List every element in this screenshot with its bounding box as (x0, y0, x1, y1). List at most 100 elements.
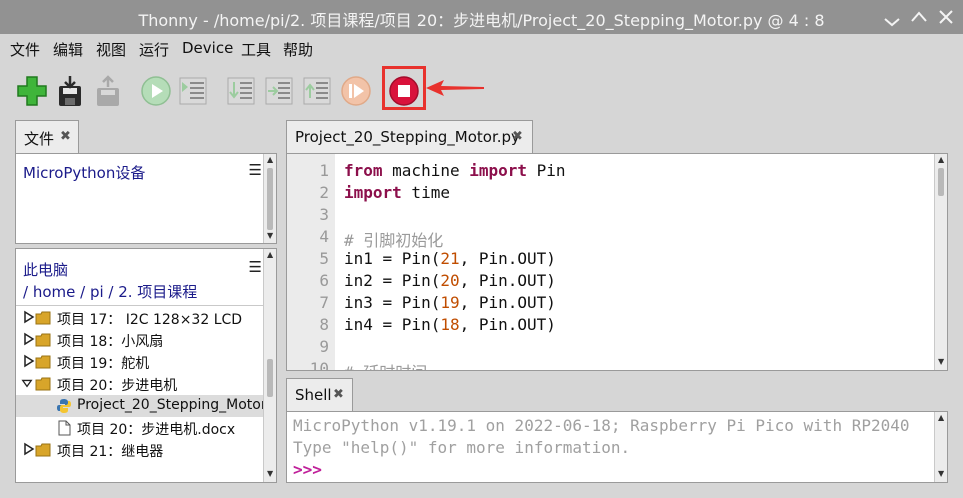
line-number: 5 (319, 249, 329, 268)
step-into-icon (265, 77, 293, 105)
line-number-gutter: 1 2 3 4 5 6 7 8 9 10 (287, 154, 335, 370)
code-comment: # 引脚初始化 (344, 231, 444, 250)
plus-icon (17, 76, 47, 106)
stop-button-highlight (382, 66, 426, 110)
shell-console[interactable]: MicroPython v1.19.1 on 2022-06-18; Raspb… (286, 411, 948, 483)
collapsed-arrow-icon[interactable] (23, 442, 35, 456)
scroll-down-icon[interactable]: ▼ (938, 469, 944, 478)
step-over-button[interactable] (224, 74, 258, 108)
device-files-panel: MicroPython设备 ☰ ▲ ▼ (15, 153, 277, 244)
tab-shell-label: Shell (295, 386, 332, 404)
device-menu-icon[interactable]: ☰ (249, 161, 262, 179)
tree-item[interactable]: 项目 19：舵机 (16, 351, 263, 373)
collapsed-arrow-icon[interactable] (23, 310, 35, 324)
tree-item-label: Project_20_Stepping_Motor.py (77, 397, 263, 413)
code-editor[interactable]: 1 2 3 4 5 6 7 8 9 10 from machine import… (286, 153, 948, 371)
scroll-thumb[interactable] (267, 359, 273, 397)
expanded-arrow-icon[interactable] (21, 376, 33, 390)
local-panel-scrollbar[interactable]: ▲ ▼ (263, 249, 276, 482)
menu-file[interactable]: 文件 (10, 39, 40, 60)
scroll-up-icon[interactable]: ▲ (938, 155, 944, 164)
shell-scrollbar[interactable]: ▲ ▼ (934, 412, 947, 482)
resume-icon (341, 76, 371, 106)
close-tab-icon[interactable]: ✖ (333, 387, 344, 402)
save-icon (59, 76, 81, 106)
close-tab-icon[interactable]: ✖ (512, 129, 523, 144)
load-file-button[interactable] (91, 74, 125, 108)
scroll-up-icon[interactable]: ▲ (267, 155, 273, 164)
shell-banner: MicroPython v1.19.1 on 2022-06-18; Raspb… (293, 416, 910, 435)
editor-scrollbar[interactable]: ▲ ▼ (934, 154, 947, 370)
tree-item[interactable]: 项目 20：步进电机.docx (16, 417, 263, 439)
menu-run[interactable]: 运行 (139, 39, 169, 60)
shell-prompt[interactable]: >>> (293, 460, 322, 479)
debug-button[interactable] (176, 74, 210, 108)
tree-item-label: 项目 18：小风扇 (57, 334, 164, 350)
local-files-panel: 此电脑 ☰ / home / pi / 2. 项目课程 项目 17： I2C 1… (15, 248, 277, 483)
scroll-down-icon[interactable]: ▼ (938, 357, 944, 366)
folder-icon (35, 311, 51, 325)
window-title: Thonny - /home/pi/2. 项目课程/项目 20：步进电机/Pro… (138, 11, 825, 30)
scroll-up-icon[interactable]: ▲ (267, 250, 273, 259)
step-out-button[interactable] (300, 74, 334, 108)
code-line: in3 = Pin(19, Pin.OUT) (344, 293, 556, 312)
new-file-button[interactable] (15, 74, 49, 108)
scroll-down-icon[interactable]: ▼ (267, 231, 273, 240)
tree-item[interactable]: 项目 21：继电器 (16, 439, 263, 461)
line-number: 1 (319, 161, 329, 180)
load-icon (97, 75, 119, 106)
resume-button[interactable] (339, 74, 373, 108)
line-number: 9 (319, 337, 329, 356)
tab-editor[interactable]: Project_20_Stepping_Motor.py ✖ (286, 120, 533, 154)
step-into-button[interactable] (262, 74, 296, 108)
breadcrumb-home[interactable]: / home (23, 283, 75, 301)
menu-bar: 文件 编辑 视图 运行 Device 工具 帮助 (0, 34, 963, 62)
title-bar: Thonny - /home/pi/2. 项目课程/项目 20：步进电机/Pro… (0, 0, 963, 34)
code-line: in4 = Pin(18, Pin.OUT) (344, 315, 556, 334)
breadcrumb-pi[interactable]: / pi (75, 283, 104, 301)
tab-shell[interactable]: Shell ✖ (286, 378, 353, 412)
collapsed-arrow-icon[interactable] (23, 354, 35, 368)
tree-item-selected[interactable]: Project_20_Stepping_Motor.py (16, 395, 263, 417)
scroll-thumb[interactable] (938, 168, 944, 196)
breadcrumb: / home / pi / 2. 项目课程 (23, 281, 197, 302)
device-panel-scrollbar[interactable]: ▲ ▼ (263, 154, 276, 243)
device-panel-header: MicroPython设备 (16, 154, 276, 184)
tree-item-label: 项目 21：继电器 (57, 444, 164, 460)
scroll-thumb[interactable] (267, 168, 273, 230)
scroll-down-icon[interactable]: ▼ (267, 469, 273, 478)
tab-files[interactable]: 文件 ✖ (15, 120, 79, 154)
menu-tools[interactable]: 工具 (241, 39, 271, 60)
line-number: 3 (319, 205, 329, 224)
tree-item[interactable]: 项目 18：小风扇 (16, 329, 263, 351)
folder-open-icon (35, 377, 51, 391)
minimize-icon[interactable] (881, 7, 903, 27)
menu-edit[interactable]: 编辑 (53, 39, 83, 60)
menu-device[interactable]: Device (182, 39, 233, 57)
pointer-arrow-icon (426, 80, 484, 96)
local-menu-icon[interactable]: ☰ (249, 258, 262, 276)
close-window-icon[interactable] (935, 7, 957, 27)
menu-help[interactable]: 帮助 (283, 39, 313, 60)
code-line: from machine import Pin (344, 161, 566, 180)
maximize-icon[interactable] (908, 7, 930, 27)
close-tab-icon[interactable]: ✖ (60, 129, 71, 144)
tree-item-label: 项目 20：步进电机 (57, 378, 178, 394)
line-number: 8 (319, 315, 329, 334)
tree-item-label: 项目 19：舵机 (57, 356, 150, 372)
folder-icon (35, 443, 51, 457)
menu-view[interactable]: 视图 (96, 39, 126, 60)
python-file-icon (57, 399, 71, 413)
tree-item[interactable]: 项目 20：步进电机 (16, 373, 263, 395)
breadcrumb-course[interactable]: / 2. 项目课程 (104, 283, 197, 301)
step-over-icon (227, 77, 255, 105)
run-button[interactable] (139, 74, 173, 108)
scroll-up-icon[interactable]: ▲ (938, 413, 944, 422)
code-comment: # 延时时间 (344, 359, 427, 370)
save-file-button[interactable] (53, 74, 87, 108)
collapsed-arrow-icon[interactable] (23, 332, 35, 346)
play-icon (141, 76, 171, 106)
tree-item[interactable]: 项目 17： I2C 128×32 LCD (16, 307, 263, 329)
line-number: 7 (319, 293, 329, 312)
divider (16, 305, 263, 306)
